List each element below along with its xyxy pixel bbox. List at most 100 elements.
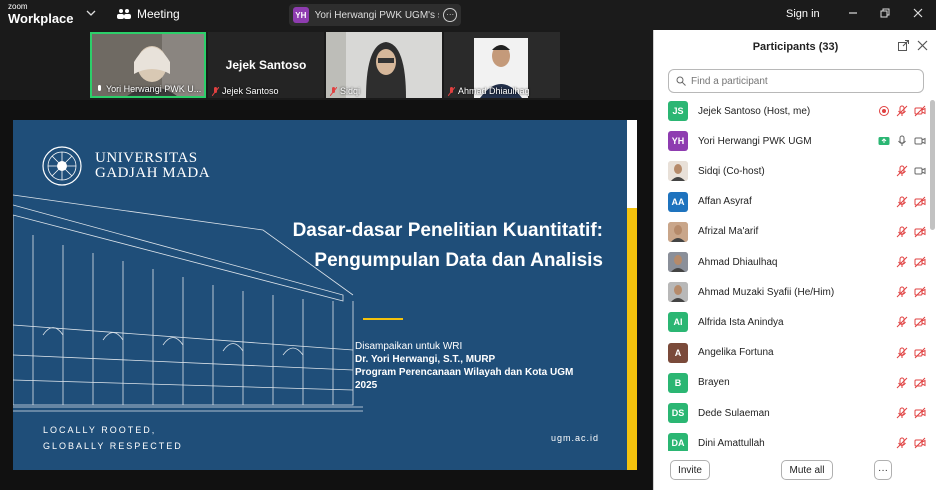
video-off-icon[interactable] bbox=[914, 256, 926, 268]
microphone-icon[interactable] bbox=[896, 135, 908, 147]
participant-row[interactable]: A Angelika Fortuna bbox=[668, 338, 930, 368]
participant-name: Dede Sulaeman bbox=[698, 407, 770, 419]
slide-accent-yellow bbox=[627, 208, 637, 470]
participant-avatar bbox=[668, 221, 688, 242]
mic-muted-icon[interactable] bbox=[896, 377, 908, 389]
minimize-icon[interactable] bbox=[846, 6, 860, 20]
tagline: LOCALLY ROOTED, GLOBALLY RESPECTED bbox=[43, 422, 183, 454]
screen-share-indicator[interactable]: YH Yori Herwangi PWK UGM's screen ··· bbox=[289, 4, 461, 26]
mute-all-button[interactable]: Mute all bbox=[781, 460, 833, 480]
scrollbar-thumb[interactable] bbox=[930, 100, 935, 230]
pop-out-icon[interactable] bbox=[898, 40, 909, 51]
recording-icon[interactable] bbox=[878, 105, 890, 117]
participant-status-icons bbox=[896, 256, 926, 268]
more-button[interactable]: ··· bbox=[874, 460, 892, 480]
video-off-icon[interactable] bbox=[914, 347, 926, 359]
participant-row[interactable]: YH Yori Herwangi PWK UGM bbox=[668, 126, 930, 156]
participant-row[interactable]: AA Affan Asyraf bbox=[668, 187, 930, 217]
participant-row[interactable]: Ahmad Muzaki Syafii (He/Him) bbox=[668, 277, 930, 307]
mic-muted-icon[interactable] bbox=[896, 286, 908, 298]
participant-avatar bbox=[668, 252, 688, 272]
scrollbar[interactable] bbox=[930, 96, 935, 451]
sign-in-link[interactable]: Sign in bbox=[786, 8, 820, 20]
video-off-icon[interactable] bbox=[914, 377, 926, 389]
participant-row[interactable]: AI Alfrida Ista Anindya bbox=[668, 307, 930, 337]
meeting-menu[interactable]: Meeting bbox=[117, 7, 180, 21]
building-illustration bbox=[13, 194, 363, 412]
video-tile[interactable]: Ahmad Dhiaulhaq bbox=[444, 32, 560, 98]
video-tile[interactable]: Jejek Santoso Jejek Santoso bbox=[208, 32, 324, 98]
video-off-icon[interactable] bbox=[914, 196, 926, 208]
participant-status-icons bbox=[896, 165, 926, 177]
chevron-down-icon[interactable] bbox=[86, 8, 96, 18]
participant-name: Alfrida Ista Anindya bbox=[698, 316, 784, 328]
slide-title: Dasar-dasar Penelitian Kuantitatif: Peng… bbox=[243, 216, 603, 276]
video-off-icon[interactable] bbox=[914, 286, 926, 298]
close-icon[interactable] bbox=[911, 6, 925, 20]
search-box[interactable] bbox=[668, 69, 924, 93]
mic-muted-icon[interactable] bbox=[896, 316, 908, 328]
mic-muted-icon[interactable] bbox=[896, 437, 908, 449]
video-camera-icon[interactable] bbox=[914, 135, 926, 147]
video-off-icon[interactable] bbox=[914, 437, 926, 449]
presentation-slide: UNIVERSITAS GADJAH MADA Dasar-dasar Pene… bbox=[13, 120, 637, 470]
university-line2: GADJAH MADA bbox=[95, 165, 211, 181]
participant-status-icons bbox=[896, 347, 926, 359]
screen-share-icon[interactable] bbox=[878, 135, 890, 147]
more-options-icon[interactable]: ··· bbox=[443, 8, 457, 22]
participant-avatar: YH bbox=[668, 131, 688, 152]
participant-name: Afrizal Ma'arif bbox=[698, 226, 759, 238]
invite-button[interactable]: Invite bbox=[670, 460, 710, 480]
mic-muted-icon[interactable] bbox=[896, 226, 908, 238]
video-name: Ahmad Dhiaulhaq bbox=[448, 86, 530, 96]
video-off-icon[interactable] bbox=[914, 407, 926, 419]
participant-row[interactable]: Sidqi (Co-host) bbox=[668, 156, 930, 186]
share-label: Yori Herwangi PWK UGM's screen bbox=[314, 9, 440, 21]
zoom-window: zoom Workplace Meeting YH Yori Herwangi … bbox=[0, 0, 936, 490]
participant-name: Jejek Santoso (Host, me) bbox=[698, 105, 811, 117]
mic-muted-icon[interactable] bbox=[896, 165, 908, 177]
mic-muted-icon[interactable] bbox=[896, 196, 908, 208]
participant-row[interactable]: JS Jejek Santoso (Host, me) bbox=[668, 96, 930, 126]
mic-muted-icon[interactable] bbox=[896, 407, 908, 419]
sharer-avatar: YH bbox=[293, 7, 309, 23]
video-off-icon[interactable] bbox=[914, 316, 926, 328]
participant-row[interactable]: Afrizal Ma'arif bbox=[668, 217, 930, 247]
participant-name: Brayen bbox=[698, 377, 730, 389]
year: 2025 bbox=[355, 380, 378, 391]
participant-name: Dini Amattullah bbox=[698, 437, 765, 449]
search-input[interactable] bbox=[691, 75, 911, 87]
shared-screen: UNIVERSITAS GADJAH MADA Dasar-dasar Pene… bbox=[0, 100, 652, 490]
video-off-icon[interactable] bbox=[914, 226, 926, 238]
presenter-info: Disampaikan untuk WRI Dr. Yori Herwangi,… bbox=[355, 340, 573, 392]
panel-header-icons bbox=[898, 40, 928, 51]
close-icon[interactable] bbox=[917, 40, 928, 51]
mic-muted-icon[interactable] bbox=[896, 256, 908, 268]
presented-for: Disampaikan untuk WRI bbox=[355, 341, 463, 352]
slide-url: ugm.ac.id bbox=[551, 433, 600, 443]
participant-row[interactable]: DA Dini Amattullah bbox=[668, 428, 930, 451]
video-tile[interactable]: Yori Herwangi PWK U... bbox=[90, 32, 206, 98]
participant-row[interactable]: Ahmad Dhiaulhaq bbox=[668, 247, 930, 277]
participant-status-icons bbox=[896, 196, 926, 208]
participant-status-icons bbox=[896, 286, 926, 298]
university-name: UNIVERSITAS GADJAH MADA bbox=[95, 151, 210, 181]
video-camera-icon[interactable] bbox=[914, 165, 926, 177]
participant-row[interactable]: B Brayen bbox=[668, 368, 930, 398]
title-line1: Dasar-dasar Penelitian Kuantitatif: bbox=[292, 220, 603, 241]
video-off-icon[interactable] bbox=[914, 105, 926, 117]
participant-name: Sidqi (Co-host) bbox=[698, 165, 765, 177]
participant-row[interactable]: DS Dede Sulaeman bbox=[668, 398, 930, 428]
tagline-line1: LOCALLY ROOTED, bbox=[43, 425, 157, 435]
restore-icon[interactable] bbox=[878, 6, 892, 20]
video-name: Sidqi bbox=[330, 86, 360, 96]
mic-muted-icon[interactable] bbox=[896, 347, 908, 359]
video-name: Yori Herwangi PWK U... bbox=[96, 84, 201, 94]
video-tile[interactable]: Sidqi bbox=[326, 32, 442, 98]
participant-avatar: AI bbox=[668, 312, 688, 333]
university-line1: UNIVERSITAS bbox=[95, 150, 198, 166]
yellow-divider bbox=[363, 318, 403, 320]
participant-avatar: DS bbox=[668, 403, 688, 423]
mic-muted-icon[interactable] bbox=[896, 105, 908, 117]
participants-panel: Participants (33) JS Jejek Santoso (Host,… bbox=[653, 30, 936, 490]
